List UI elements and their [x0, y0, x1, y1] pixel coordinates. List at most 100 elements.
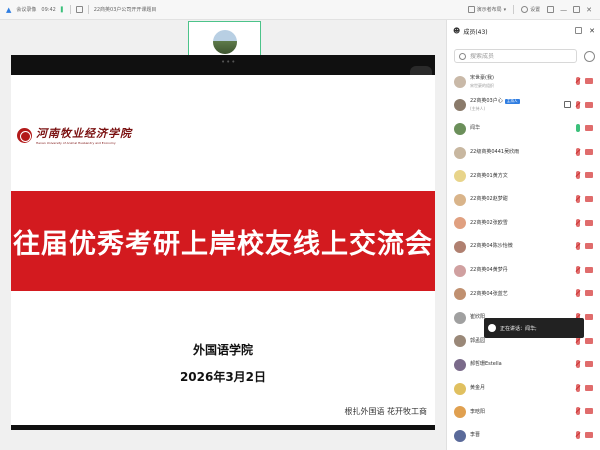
avatar	[454, 193, 466, 206]
member-row[interactable]: 22商英02张欧雪	[447, 212, 600, 236]
mic-muted-icon[interactable]	[576, 218, 580, 227]
camera-off-icon[interactable]	[585, 172, 593, 179]
member-row[interactable]: 22商英04张蓝艺	[447, 282, 600, 306]
speaking-toast: 正在讲话：闻华;	[484, 318, 584, 338]
mic-on-icon[interactable]	[576, 124, 580, 133]
mic-muted-icon[interactable]	[576, 289, 580, 298]
member-row[interactable]: 郝哲珊Estella	[447, 353, 600, 377]
camera-off-icon[interactable]	[585, 290, 593, 297]
mic-muted-icon[interactable]	[576, 77, 580, 85]
member-name: 闻华	[470, 125, 481, 132]
meeting-info-icon[interactable]	[75, 6, 83, 13]
camera-off-icon[interactable]	[585, 219, 593, 226]
member-names: 崔欣阳	[470, 314, 485, 321]
camera-off-icon[interactable]	[585, 384, 593, 391]
close-icon[interactable]: ✕	[586, 6, 592, 14]
member-row[interactable]: 22级商英0441吴欣雨	[447, 141, 600, 165]
fullscreen-icon[interactable]	[547, 6, 555, 13]
camera-off-icon[interactable]	[585, 243, 593, 250]
member-subtitle: 宋世豪的组织	[470, 82, 494, 88]
member-names: 22商英03户心 主持人 (主持人)	[470, 98, 520, 112]
layout-label: 演示者布局	[476, 7, 502, 13]
member-row[interactable]: 22商英04陈沙怡微	[447, 235, 600, 259]
member-name: 黄金月	[470, 385, 486, 392]
settings-button[interactable]: 设置	[521, 6, 540, 13]
presentation-slide: 河南牧业经济学院 Henan University of Animal Husb…	[11, 75, 435, 425]
member-row[interactable]: 宋世豪(我) 宋世豪的组织	[447, 70, 600, 94]
mic-muted-icon[interactable]	[576, 100, 580, 109]
mic-muted-icon[interactable]	[576, 242, 580, 251]
mic-muted-icon[interactable]	[576, 194, 580, 203]
member-names: 李晗阳	[470, 409, 485, 416]
member-names: 闻华	[470, 125, 480, 132]
maximize-icon[interactable]	[573, 6, 581, 13]
search-icon	[459, 52, 466, 60]
divider	[69, 5, 71, 14]
camera-off-icon[interactable]	[585, 195, 593, 202]
member-status-icons	[576, 194, 593, 203]
member-list: 宋世豪(我) 宋世豪的组织 22商英03户心 主持人 (主持人) 闻华 22级商英0441吴…	[447, 70, 600, 448]
slide-college: 外国语学院	[192, 343, 253, 357]
avatar	[454, 358, 466, 371]
mic-muted-icon[interactable]	[576, 171, 580, 180]
mic-muted-icon[interactable]	[576, 407, 580, 416]
avatar	[454, 429, 466, 442]
logo-cn: 河南牧业经济学院	[36, 127, 132, 140]
member-row[interactable]: 22商英03户心 主持人 (主持人)	[447, 94, 600, 118]
member-row[interactable]: 22商英04黄梦丹	[447, 259, 600, 283]
add-user-icon[interactable]	[584, 51, 595, 62]
title-bar: ▲ 会议录像 09:42 ▌ 22商英03户公司开开课题目 演示者布局 ▾ 设置…	[0, 0, 600, 20]
member-names: 郝哲珊Estella	[470, 361, 502, 368]
member-names: 李晋	[470, 432, 480, 439]
members-icon: ☻	[453, 27, 461, 35]
camera-off-icon[interactable]	[585, 361, 593, 368]
app-logo-icon: ▲	[6, 5, 12, 14]
member-row[interactable]: 22商英02赵梦甜	[447, 188, 600, 212]
member-row[interactable]: 黄金月	[447, 377, 600, 401]
avatar	[454, 406, 466, 419]
logo-en: Henan University of Animal Husbandry and…	[36, 141, 116, 145]
mic-muted-icon[interactable]	[576, 147, 580, 156]
member-status-icons	[576, 265, 593, 274]
member-name: 李晋	[470, 432, 481, 439]
member-names: 22商英01黄方文	[470, 173, 508, 180]
camera-off-icon[interactable]	[585, 337, 593, 344]
slide-slogan: 根扎外国语 花开牧工商	[344, 407, 427, 416]
avatar	[454, 146, 466, 159]
camera-off-icon[interactable]	[585, 431, 593, 438]
avatar	[454, 335, 466, 348]
mic-muted-icon[interactable]	[576, 360, 580, 369]
search-input[interactable]	[470, 52, 570, 60]
camera-off-icon[interactable]	[585, 101, 593, 108]
member-row[interactable]: 闻华	[447, 117, 600, 141]
close-panel-icon[interactable]: ✕	[589, 27, 595, 35]
mic-muted-icon[interactable]	[576, 265, 580, 274]
member-status-icons	[576, 77, 593, 85]
member-names: 22商英04黄梦丹	[470, 267, 508, 274]
member-row[interactable]: 李晗阳	[447, 400, 600, 424]
member-subtitle: (主持人)	[470, 106, 486, 112]
minimize-icon[interactable]: —	[560, 6, 567, 14]
avatar	[454, 311, 466, 324]
mic-muted-icon[interactable]	[576, 383, 580, 392]
layout-button[interactable]: 演示者布局 ▾	[467, 6, 506, 13]
camera-off-icon[interactable]	[585, 125, 593, 132]
camera-off-icon[interactable]	[585, 266, 593, 273]
slide-title: 往届优秀考研上岸校友线上交流会	[13, 228, 433, 260]
member-row[interactable]: 李晋	[447, 424, 600, 448]
member-names: 22级商英0441吴欣雨	[470, 149, 519, 156]
member-row[interactable]: 22商英01黄方文	[447, 164, 600, 188]
mic-muted-icon[interactable]	[576, 430, 580, 439]
member-status-icons	[576, 383, 593, 392]
camera-off-icon[interactable]	[585, 78, 593, 84]
member-name: 22商英04陈沙怡微	[470, 243, 513, 250]
popout-icon[interactable]	[575, 27, 583, 34]
screen-share-icon	[564, 101, 571, 109]
member-names: 黄金月	[470, 385, 485, 392]
university-logo: 河南牧业经济学院 Henan University of Animal Husb…	[17, 125, 132, 145]
more-options-icon[interactable]: •••	[221, 58, 236, 66]
camera-off-icon[interactable]	[585, 148, 593, 155]
camera-off-icon[interactable]	[585, 408, 593, 415]
camera-off-icon[interactable]	[585, 313, 593, 320]
member-status-icons	[576, 360, 593, 369]
